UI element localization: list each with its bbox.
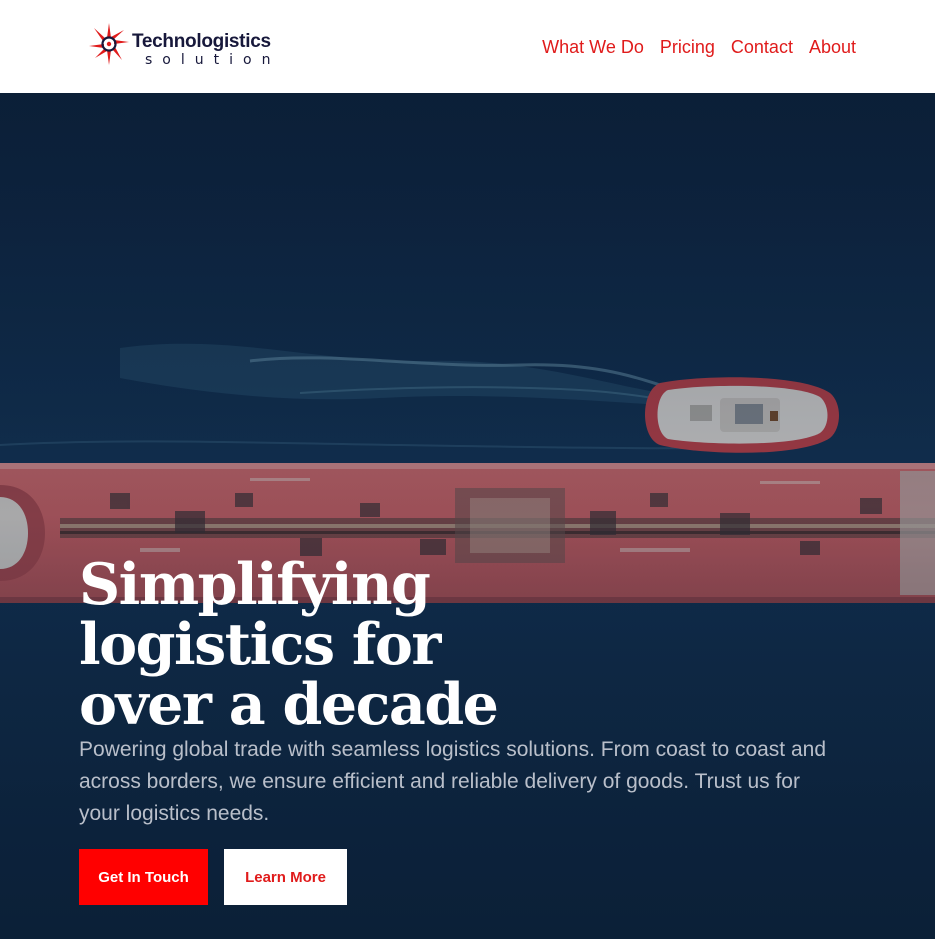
learn-more-button[interactable]: Learn More [224, 849, 347, 905]
hero-title: Simplifying logistics for over a decade [79, 551, 499, 738]
nav-link-about[interactable]: About [809, 35, 856, 59]
nav-link-what-we-do[interactable]: What We Do [542, 35, 644, 59]
nav-link-pricing[interactable]: Pricing [660, 35, 715, 59]
hero-section: Simplifying logistics for over a decade … [0, 93, 935, 939]
hero-description: Powering global trade with seamless logi… [79, 738, 827, 825]
logo-star-mark-icon [89, 23, 129, 65]
main-nav: What We Do Pricing Contact About [542, 35, 856, 59]
get-in-touch-button[interactable]: Get In Touch [79, 849, 208, 905]
brand-name: Technologistics [132, 31, 271, 52]
site-header: Technologistics solution What We Do Pric… [0, 0, 935, 93]
nav-link-contact[interactable]: Contact [731, 35, 793, 59]
brand-tagline: solution [145, 52, 281, 68]
brand-logo[interactable]: Technologistics solution [86, 20, 276, 72]
